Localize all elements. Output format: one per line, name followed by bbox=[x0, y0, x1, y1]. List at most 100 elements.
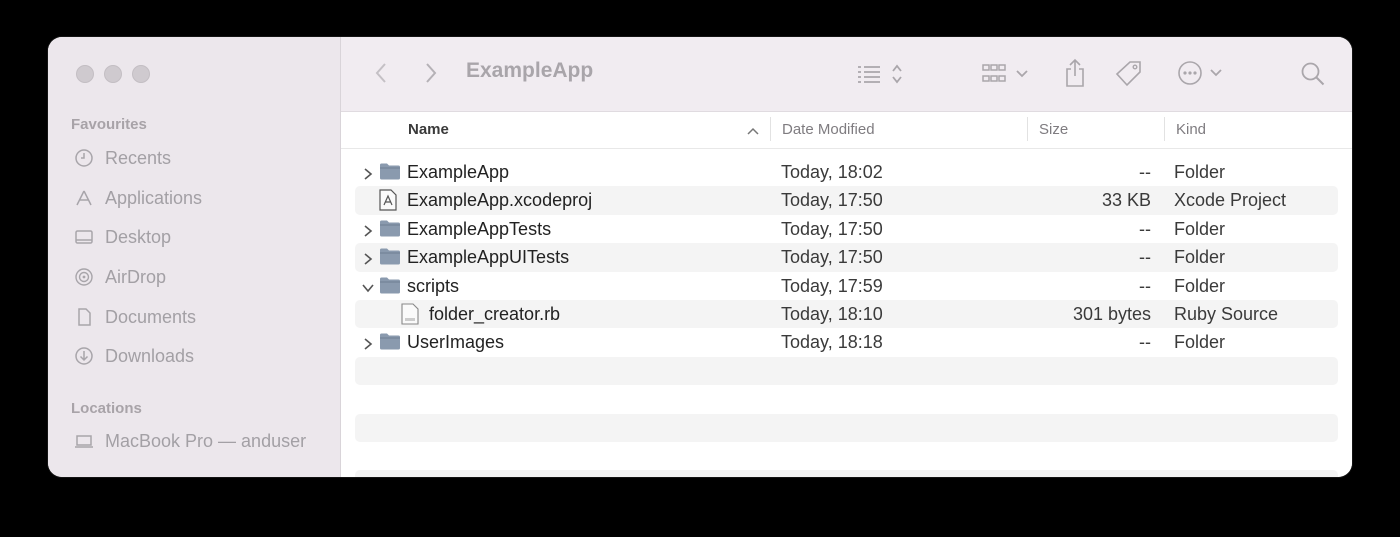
file-row[interactable]: ExampleApp.xcodeproj Today, 17:50 33 KB Xco… bbox=[355, 186, 1338, 216]
xcode-project-icon bbox=[379, 189, 397, 216]
ruby-file-icon bbox=[401, 303, 419, 330]
file-row[interactable]: UserImages Today, 18:18 -- Folder bbox=[355, 328, 1338, 356]
file-size: -- bbox=[1139, 332, 1151, 353]
minimize-window-button[interactable] bbox=[104, 65, 122, 83]
disclosure-open-icon[interactable] bbox=[361, 279, 375, 293]
sidebar-item-label: AirDrop bbox=[105, 266, 167, 287]
file-row[interactable]: ExampleAppUITests Today, 17:50 -- Folder bbox=[355, 243, 1338, 272]
file-date-modified: Today, 17:50 bbox=[781, 247, 883, 268]
folder-icon bbox=[379, 218, 401, 243]
forward-icon bbox=[426, 63, 437, 83]
tag-button[interactable] bbox=[1114, 59, 1144, 87]
group-icon bbox=[982, 64, 1028, 82]
file-size: -- bbox=[1139, 247, 1151, 268]
column-date-header[interactable]: Date Modified bbox=[782, 121, 875, 138]
disclosure-closed-icon[interactable] bbox=[361, 250, 375, 265]
desktop-icon bbox=[73, 226, 95, 248]
column-size-header[interactable]: Size bbox=[1039, 121, 1068, 138]
favourites-header: Favourites bbox=[71, 116, 147, 133]
sort-ascending-icon bbox=[746, 123, 760, 140]
file-kind: Xcode Project bbox=[1174, 190, 1287, 211]
search-button[interactable] bbox=[1299, 60, 1327, 88]
back-button[interactable] bbox=[371, 60, 391, 86]
file-size: 301 bytes bbox=[1072, 303, 1151, 324]
sidebar-item-desktop[interactable]: Desktop bbox=[73, 223, 171, 251]
window-title: ExampleApp bbox=[466, 59, 594, 82]
sidebar-item-label: MacBook Pro — anduser bbox=[105, 430, 307, 451]
locations-header: Locations bbox=[71, 400, 142, 417]
airdrop-icon bbox=[73, 266, 95, 288]
file-date-modified: Today, 18:18 bbox=[781, 332, 883, 353]
column-name-header[interactable]: Name bbox=[408, 121, 449, 138]
sidebar-item-macbook[interactable]: MacBook Pro — anduser bbox=[73, 427, 306, 455]
view-options-button[interactable] bbox=[856, 61, 910, 87]
toolbar: ExampleApp bbox=[341, 37, 1352, 112]
more-actions-button[interactable] bbox=[1177, 60, 1229, 86]
finder-window: Favourites Recents Applications Desktop … bbox=[48, 37, 1352, 477]
disclosure-closed-icon[interactable] bbox=[361, 222, 375, 237]
column-divider[interactable] bbox=[770, 117, 771, 141]
empty-row bbox=[355, 442, 1338, 470]
window-controls bbox=[76, 65, 150, 83]
sidebar-item-documents[interactable]: Documents bbox=[73, 303, 196, 331]
file-date-modified: Today, 18:10 bbox=[781, 303, 883, 324]
file-date-modified: Today, 17:50 bbox=[781, 190, 883, 211]
file-size: 33 KB bbox=[1101, 190, 1151, 211]
column-divider[interactable] bbox=[1027, 117, 1028, 141]
file-kind: Folder bbox=[1174, 275, 1226, 296]
file-kind: Ruby Source bbox=[1174, 303, 1279, 324]
column-divider[interactable] bbox=[1164, 117, 1165, 141]
zoom-window-button[interactable] bbox=[132, 65, 150, 83]
download-icon bbox=[73, 345, 95, 367]
share-button[interactable] bbox=[1062, 57, 1088, 89]
file-name: folder_creator.rb bbox=[429, 303, 561, 324]
folder-icon bbox=[379, 246, 401, 271]
sidebar-item-recents[interactable]: Recents bbox=[73, 144, 171, 172]
file-size: -- bbox=[1139, 275, 1151, 296]
file-row[interactable]: scripts Today, 17:59 -- Folder bbox=[355, 272, 1338, 300]
group-button[interactable] bbox=[981, 61, 1033, 87]
back-icon bbox=[375, 63, 386, 83]
file-row[interactable]: ExampleAppTests Today, 17:50 -- Folder bbox=[355, 215, 1338, 243]
folder-icon bbox=[379, 275, 401, 300]
sidebar-item-label: Downloads bbox=[105, 345, 195, 366]
empty-row bbox=[355, 385, 1338, 413]
file-date-modified: Today, 17:59 bbox=[781, 275, 883, 296]
file-list: Name Date Modified Size Kind ExampleApp T… bbox=[341, 112, 1352, 477]
share-icon bbox=[1066, 58, 1084, 87]
file-row[interactable]: folder_creator.rb Today, 18:10 301 bytes Ru… bbox=[355, 299, 1338, 330]
disclosure-closed-icon[interactable] bbox=[361, 335, 375, 350]
file-kind: Folder bbox=[1174, 162, 1226, 182]
file-row[interactable]: ExampleApp Today, 18:02 -- Folder bbox=[355, 158, 1338, 186]
laptop-icon bbox=[73, 430, 95, 452]
file-name: ExampleApp bbox=[407, 162, 510, 182]
file-kind: Folder bbox=[1174, 218, 1226, 239]
sidebar-item-airdrop[interactable]: AirDrop bbox=[73, 263, 166, 291]
disclosure-closed-icon[interactable] bbox=[361, 165, 375, 180]
file-name: UserImages bbox=[407, 332, 505, 353]
close-window-button[interactable] bbox=[76, 65, 94, 83]
column-header: Name Date Modified Size Kind bbox=[341, 112, 1352, 149]
sidebar-item-downloads[interactable]: Downloads bbox=[73, 342, 194, 370]
column-kind-header[interactable]: Kind bbox=[1176, 121, 1206, 138]
file-name: ExampleAppTests bbox=[407, 218, 552, 239]
empty-row bbox=[355, 356, 1338, 386]
search-icon bbox=[1301, 62, 1325, 86]
sidebar-item-applications[interactable]: Applications bbox=[73, 184, 202, 212]
file-size: -- bbox=[1139, 218, 1151, 239]
document-icon bbox=[73, 306, 95, 328]
folder-icon bbox=[379, 161, 401, 186]
sidebar-item-label: Applications bbox=[105, 187, 203, 208]
list-view-icon bbox=[858, 64, 902, 84]
sidebar-item-label: Desktop bbox=[105, 226, 172, 247]
tag-icon bbox=[1115, 61, 1141, 87]
sidebar: Favourites Recents Applications Desktop … bbox=[48, 37, 341, 477]
file-rows: ExampleApp Today, 18:02 -- Folder ExampleApp… bbox=[355, 158, 1338, 477]
sidebar-item-label: Documents bbox=[105, 306, 197, 327]
more-icon bbox=[1178, 61, 1222, 85]
sidebar-item-label: Recents bbox=[105, 147, 172, 168]
applications-icon bbox=[73, 187, 95, 209]
forward-button[interactable] bbox=[421, 60, 441, 86]
file-size: -- bbox=[1139, 162, 1151, 182]
empty-row bbox=[355, 413, 1338, 442]
